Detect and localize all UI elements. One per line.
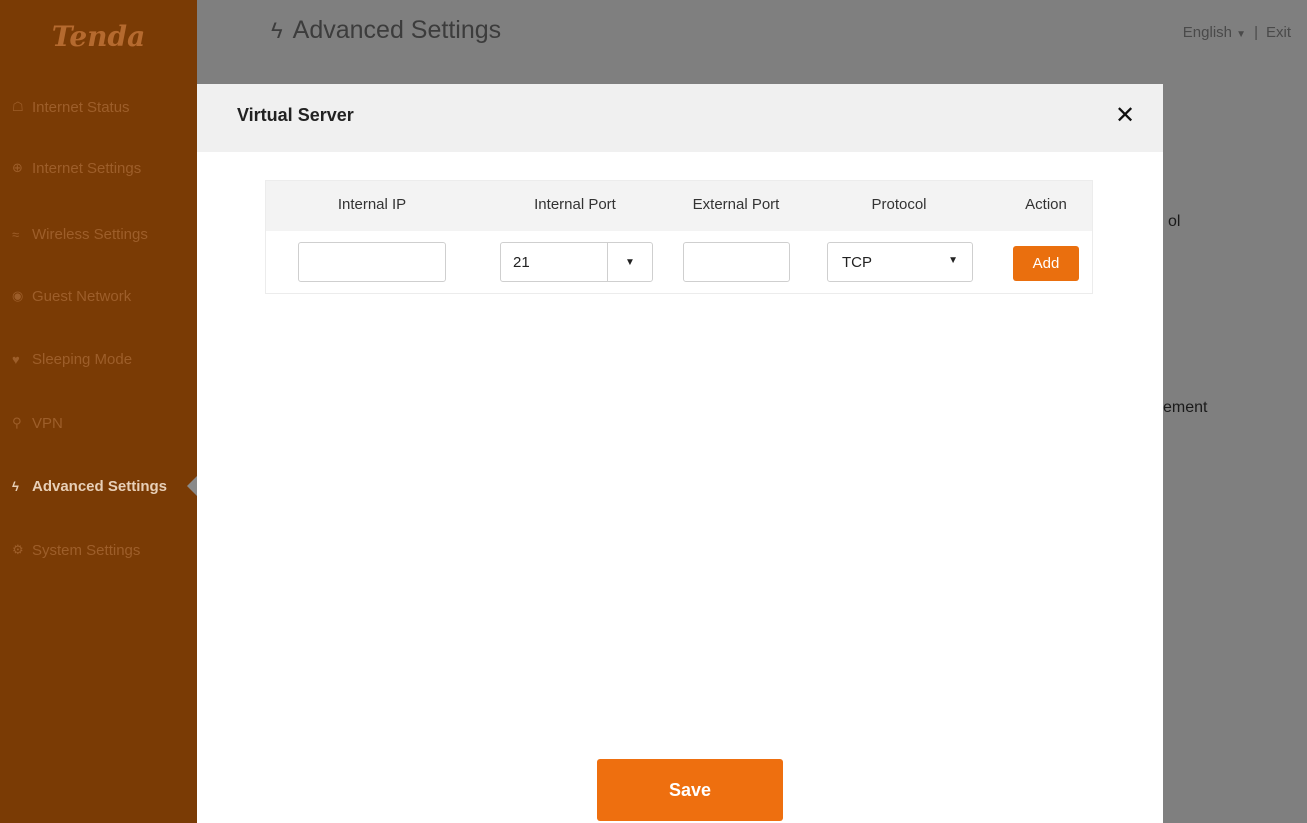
router-icon: ☖ bbox=[12, 99, 24, 114]
column-header-internal-port: Internal Port bbox=[534, 196, 616, 213]
protocol-value: TCP bbox=[842, 254, 872, 271]
wifi-icon: ≈ bbox=[12, 226, 20, 242]
language-label: English bbox=[1182, 24, 1232, 41]
active-nav-pointer bbox=[187, 476, 197, 496]
sidebar-item-vpn[interactable]: ⚲ VPN bbox=[12, 411, 63, 435]
sidebar-item-label: Advanced Settings bbox=[32, 477, 168, 495]
wrench-icon: ϟ bbox=[12, 478, 19, 494]
column-header-action: Action bbox=[1025, 196, 1067, 213]
sidebar-item-label: Guest Network bbox=[32, 287, 132, 305]
background-text-1: ol bbox=[1168, 213, 1181, 230]
column-header-external-port: External Port bbox=[692, 196, 780, 213]
sidebar-item-guest-network[interactable]: ◉ Guest Network bbox=[12, 284, 131, 308]
sidebar-item-system-settings[interactable]: ⚙ System Settings bbox=[12, 538, 140, 562]
sidebar-item-label: VPN bbox=[32, 414, 63, 432]
column-header-protocol: Protocol bbox=[871, 196, 927, 213]
globe-icon: ⊕ bbox=[12, 160, 23, 175]
sidebar-item-advanced-settings[interactable]: ϟ Advanced Settings bbox=[12, 474, 167, 498]
sidebar-item-label: Wireless Settings bbox=[32, 225, 148, 243]
caret-down-icon: ▼ bbox=[1236, 29, 1247, 40]
external-port-input[interactable] bbox=[683, 242, 790, 282]
sidebar-item-label: System Settings bbox=[32, 541, 141, 559]
sidebar-item-wireless-settings[interactable]: ≈ Wireless Settings bbox=[12, 222, 148, 246]
sidebar-item-label: Internet Status bbox=[32, 98, 130, 116]
gear-icon: ⚙ bbox=[12, 542, 24, 557]
sidebar-item-label: Internet Settings bbox=[32, 159, 142, 177]
dialog-title: Virtual Server bbox=[237, 105, 354, 125]
vpn-icon: ⚲ bbox=[12, 415, 22, 430]
save-button[interactable]: Save bbox=[597, 759, 783, 821]
caret-down-icon: ▼ bbox=[948, 255, 958, 266]
separator: | bbox=[1254, 24, 1258, 41]
caret-down-icon[interactable]: ▼ bbox=[607, 243, 652, 281]
tenda-logo: Tenda bbox=[51, 19, 146, 53]
column-header-internal-ip: Internal IP bbox=[337, 196, 407, 213]
bulb-icon: ♥ bbox=[12, 351, 20, 367]
virtual-server-dialog: Virtual Server ✕ Internal IP Internal Po… bbox=[197, 84, 1163, 823]
guest-icon: ◉ bbox=[12, 288, 24, 303]
virtual-server-table: Internal IP Internal Port External Port … bbox=[265, 180, 1093, 294]
protocol-select[interactable]: TCP ▼ bbox=[827, 242, 973, 282]
page-title-text: Advanced Settings bbox=[292, 16, 502, 44]
language-select[interactable]: English ▼ bbox=[1183, 24, 1246, 41]
sidebar-item-internet-status[interactable]: ☖ Internet Status bbox=[12, 95, 130, 119]
page-title: ϟ Advanced Settings bbox=[271, 16, 501, 45]
add-button[interactable]: Add bbox=[1013, 246, 1079, 281]
sidebar: Tenda ☖ Internet Status ⊕ Internet Setti… bbox=[0, 0, 197, 823]
wrench-icon: ϟ bbox=[271, 17, 283, 43]
exit-link[interactable]: Exit bbox=[1266, 24, 1291, 41]
internal-port-combobox[interactable]: 21 ▼ bbox=[500, 242, 653, 282]
dialog-header: Virtual Server ✕ bbox=[197, 84, 1163, 152]
background-text-2: ement bbox=[1163, 399, 1208, 416]
close-icon[interactable]: ✕ bbox=[1113, 104, 1137, 128]
sidebar-item-label: Sleeping Mode bbox=[32, 350, 133, 368]
sidebar-item-sleeping-mode[interactable]: ♥ Sleeping Mode bbox=[12, 347, 132, 371]
topbar-controls: English ▼ | Exit bbox=[1183, 24, 1291, 41]
internal-port-value: 21 bbox=[513, 254, 530, 271]
table-header: Internal IP Internal Port External Port … bbox=[266, 181, 1092, 231]
internal-ip-input[interactable] bbox=[298, 242, 446, 282]
sidebar-item-internet-settings[interactable]: ⊕ Internet Settings bbox=[12, 156, 141, 180]
